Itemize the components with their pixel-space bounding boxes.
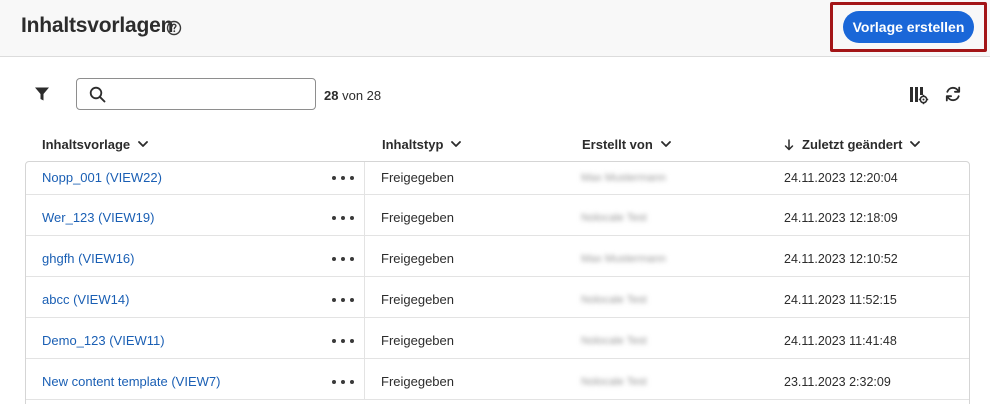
content-type: Freigegeben [381, 210, 454, 225]
created-by: Nolocale Test [581, 294, 647, 306]
template-name-link[interactable]: Wer_123 (VIEW19) [42, 210, 154, 226]
template-name-link[interactable]: Nopp_001 (VIEW22) [42, 170, 162, 186]
result-count-shown: 28 [324, 88, 339, 103]
create-template-button[interactable]: Vorlage erstellen [843, 11, 974, 43]
content-type: Freigegeben [381, 251, 454, 266]
content-type: Freigegeben [381, 374, 454, 389]
chevron-down-icon [138, 141, 149, 147]
chevron-down-icon [910, 141, 921, 147]
help-icon[interactable] [166, 20, 182, 36]
template-name-link[interactable]: ghgfh (VIEW16) [42, 251, 135, 267]
last-modified: 24.11.2023 12:18:09 [784, 211, 898, 225]
refresh-icon[interactable] [944, 85, 962, 103]
result-count-total: von 28 [342, 88, 382, 103]
table-row[interactable]: Demo_123 (VIEW11) Freigegeben Nolocale T… [26, 318, 969, 359]
page-header: Inhaltsvorlagen Vorlage erstellen [0, 0, 990, 57]
table-row[interactable]: New content template (VIEW7) Freigegeben… [26, 359, 969, 400]
column-header-author[interactable]: Erstellt von [582, 137, 671, 152]
created-by: Nolocale Test [581, 212, 647, 224]
template-name-link[interactable]: abcc (VIEW14) [42, 292, 129, 308]
created-by: Max Mustermann [581, 253, 666, 265]
column-settings-icon[interactable] [909, 85, 929, 105]
table-row[interactable]: abcc (VIEW14) Freigegeben Nolocale Test … [26, 277, 969, 318]
table-row[interactable]: Wer_123 (VIEW19) Freigegeben Nolocale Te… [26, 195, 969, 236]
templates-table: Nopp_001 (VIEW22) Freigegeben Max Muster… [25, 161, 970, 404]
column-header-type[interactable]: Inhaltstyp [382, 137, 462, 152]
search-field[interactable] [76, 78, 316, 110]
more-actions-icon[interactable] [332, 292, 354, 308]
more-actions-icon[interactable] [332, 210, 354, 226]
chevron-down-icon [451, 141, 462, 147]
content-type: Freigegeben [381, 333, 454, 348]
template-name-link[interactable]: New content template (VIEW7) [42, 374, 220, 390]
content-type: Freigegeben [381, 170, 454, 185]
result-count: 28 von 28 [324, 88, 381, 103]
template-name-link[interactable]: Demo_123 (VIEW11) [42, 333, 165, 349]
chevron-down-icon [660, 141, 671, 147]
last-modified: 24.11.2023 11:52:15 [784, 293, 897, 307]
more-actions-icon[interactable] [332, 251, 354, 267]
column-header-name[interactable]: Inhaltsvorlage [42, 137, 149, 152]
created-by: Max Mustermann [581, 172, 666, 184]
created-by: Nolocale Test [581, 335, 647, 347]
last-modified: 24.11.2023 12:10:52 [784, 252, 898, 266]
page-title: Inhaltsvorlagen [21, 14, 174, 37]
more-actions-icon[interactable] [332, 374, 354, 390]
search-icon [89, 86, 106, 103]
sort-descending-icon [784, 138, 794, 150]
more-actions-icon[interactable] [332, 170, 354, 186]
content-type: Freigegeben [381, 292, 454, 307]
search-input[interactable] [115, 83, 309, 105]
created-by: Nolocale Test [581, 376, 647, 388]
last-modified: 24.11.2023 11:41:48 [784, 334, 897, 348]
table-row[interactable]: Nopp_001 (VIEW22) Freigegeben Max Muster… [26, 162, 969, 195]
column-header-modified[interactable]: Zuletzt geändert [784, 137, 921, 152]
filter-icon[interactable] [34, 86, 50, 102]
last-modified: 23.11.2023 2:32:09 [784, 375, 891, 389]
more-actions-icon[interactable] [332, 333, 354, 349]
table-row[interactable]: ghgfh (VIEW16) Freigegeben Max Musterman… [26, 236, 969, 277]
last-modified: 24.11.2023 12:20:04 [784, 171, 898, 185]
